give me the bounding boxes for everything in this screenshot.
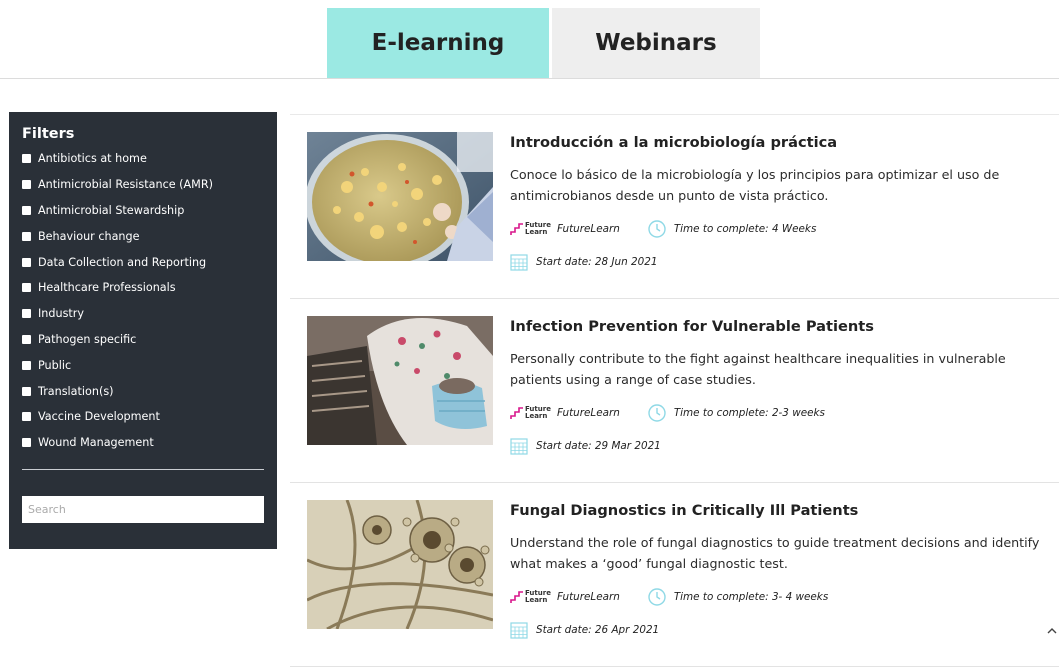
- filter-label: Vaccine Development: [38, 410, 160, 424]
- course-description: Conoce lo básico de la microbiología y l…: [510, 167, 1000, 203]
- checkbox[interactable]: [22, 438, 31, 448]
- course-start-date: Start date: 28 Jun 2021: [536, 256, 658, 268]
- course-description: Understand the role of fungal diagnostic…: [510, 535, 1040, 571]
- filter-label: Behaviour change: [38, 229, 140, 243]
- course-start-date: Start date: 29 Mar 2021: [536, 440, 661, 452]
- filter-label: Translation(s): [38, 384, 114, 398]
- filter-label: Industry: [38, 307, 85, 321]
- course-card[interactable]: Infection Prevention for Vulnerable Pati…: [290, 299, 1059, 483]
- course-title[interactable]: Infection Prevention for Vulnerable Pati…: [510, 318, 874, 335]
- futurelearn-logo-icon: Future Learn: [510, 590, 551, 604]
- course-meta: Future Learn FutureLearn Time to complete…: [510, 219, 816, 239]
- filter-item-wound-management[interactable]: Wound Management: [22, 430, 263, 456]
- course-description: Personally contribute to the fight again…: [510, 351, 1006, 387]
- checkbox[interactable]: [22, 360, 31, 370]
- course-duration: Time to complete: 4 Weeks: [673, 223, 817, 235]
- course-provider: FutureLearn: [556, 591, 620, 603]
- tab-bar: E-learning Webinars: [327, 8, 760, 78]
- course-start: Start date: 26 Apr 2021: [510, 620, 659, 640]
- calendar-icon: [510, 253, 528, 271]
- checkbox[interactable]: [22, 180, 31, 190]
- filter-item-pathogen-specific[interactable]: Pathogen specific: [22, 327, 263, 353]
- filter-label: Antimicrobial Stewardship: [38, 203, 185, 217]
- course-provider: FutureLearn: [556, 407, 620, 419]
- clock-icon: [648, 220, 666, 238]
- calendar-icon: [510, 621, 528, 639]
- filter-label: Wound Management: [38, 436, 154, 450]
- filter-list: Antibiotics at home Antimicrobial Resist…: [22, 146, 263, 456]
- course-card[interactable]: Introducción a la microbiología práctica…: [290, 114, 1059, 299]
- filter-item-behaviour-change[interactable]: Behaviour change: [22, 223, 263, 249]
- filter-label: Antibiotics at home: [38, 152, 147, 166]
- futurelearn-logo-text: Future Learn: [525, 589, 551, 604]
- calendar-icon: [510, 437, 528, 455]
- clock-icon: [648, 588, 666, 606]
- course-meta: Future Learn FutureLearn Time to complete…: [510, 587, 828, 607]
- course-card[interactable]: Fungal Diagnostics in Critically Ill Pat…: [290, 483, 1059, 667]
- futurelearn-logo-icon: Future Learn: [510, 222, 551, 236]
- course-start: Start date: 29 Mar 2021: [510, 436, 661, 456]
- filter-label: Public: [38, 358, 72, 372]
- futurelearn-logo-text: Future Learn: [525, 221, 551, 236]
- checkbox[interactable]: [22, 205, 31, 215]
- course-title[interactable]: Fungal Diagnostics in Critically Ill Pat…: [510, 502, 858, 519]
- filter-label: Pathogen specific: [38, 332, 137, 346]
- filter-item-industry[interactable]: Industry: [22, 301, 263, 327]
- course-meta: Future Learn FutureLearn Time to complete…: [510, 403, 825, 423]
- filter-item-translations[interactable]: Translation(s): [22, 378, 263, 404]
- masked-healthcare-worker-image[interactable]: [307, 316, 493, 445]
- clock-icon: [648, 404, 666, 422]
- tab-webinars[interactable]: Webinars: [552, 8, 760, 78]
- filters-title: Filters: [22, 126, 75, 142]
- checkbox[interactable]: [22, 257, 31, 267]
- filter-item-public[interactable]: Public: [22, 352, 263, 378]
- tab-divider: [0, 78, 1059, 79]
- futurelearn-logo-icon: Future Learn: [510, 406, 551, 420]
- petri-dish-image[interactable]: [307, 132, 493, 261]
- checkbox[interactable]: [22, 231, 31, 241]
- filter-label: Antimicrobial Resistance (AMR): [38, 178, 213, 192]
- search-input[interactable]: [22, 496, 264, 523]
- checkbox[interactable]: [22, 386, 31, 396]
- filter-item-healthcare-professionals[interactable]: Healthcare Professionals: [22, 275, 263, 301]
- course-list: Introducción a la microbiología práctica…: [290, 114, 1059, 667]
- filters-panel: Filters Antibiotics at home Antimicrobia…: [9, 112, 277, 549]
- course-start: Start date: 28 Jun 2021: [510, 252, 657, 272]
- filter-label: Healthcare Professionals: [38, 281, 176, 295]
- course-start-date: Start date: 26 Apr 2021: [536, 624, 660, 636]
- checkbox[interactable]: [22, 283, 31, 293]
- course-provider: FutureLearn: [556, 223, 620, 235]
- tab-e-learning[interactable]: E-learning: [327, 8, 549, 78]
- filter-item-data-collection[interactable]: Data Collection and Reporting: [22, 249, 263, 275]
- filters-divider: [22, 469, 264, 470]
- filter-item-antimicrobial-stewardship[interactable]: Antimicrobial Stewardship: [22, 198, 263, 224]
- filter-item-vaccine-development[interactable]: Vaccine Development: [22, 404, 263, 430]
- filter-item-antibiotics-at-home[interactable]: Antibiotics at home: [22, 146, 263, 172]
- course-duration: Time to complete: 2-3 weeks: [673, 407, 825, 419]
- fungal-microscopy-image[interactable]: [307, 500, 493, 629]
- checkbox[interactable]: [22, 154, 31, 164]
- course-title[interactable]: Introducción a la microbiología práctica: [510, 134, 837, 151]
- checkbox[interactable]: [22, 334, 31, 344]
- checkbox[interactable]: [22, 412, 31, 422]
- checkbox[interactable]: [22, 309, 31, 319]
- chevron-up-icon[interactable]: [1045, 624, 1059, 638]
- filter-label: Data Collection and Reporting: [38, 255, 207, 269]
- filter-item-amr[interactable]: Antimicrobial Resistance (AMR): [22, 172, 263, 198]
- futurelearn-logo-text: Future Learn: [525, 405, 551, 420]
- course-duration: Time to complete: 3- 4 weeks: [673, 591, 829, 603]
